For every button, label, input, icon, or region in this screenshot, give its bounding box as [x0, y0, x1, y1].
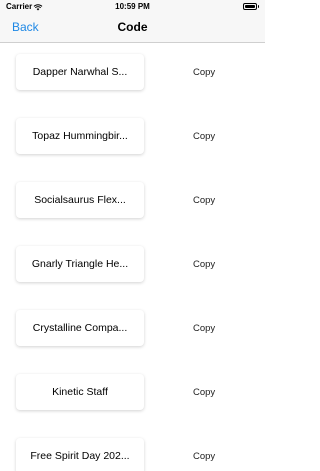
- copy-button[interactable]: Copy: [193, 67, 215, 78]
- code-card[interactable]: Topaz Hummingbir...: [16, 118, 144, 154]
- battery-cap: [257, 5, 259, 8]
- status-bar: Carrier 10:59 PM: [0, 0, 265, 14]
- list-item: Free Spirit Day 202... Copy: [0, 427, 265, 471]
- code-card[interactable]: Dapper Narwhal S...: [16, 54, 144, 90]
- battery-icon: [243, 3, 257, 10]
- code-card[interactable]: Kinetic Staff: [16, 374, 144, 410]
- list-item: Socialsaurus Flex... Copy: [0, 171, 265, 235]
- clock: 10:59 PM: [115, 2, 150, 11]
- code-card[interactable]: Crystalline Compa...: [16, 310, 144, 346]
- screen: Carrier 10:59 PM Back Code Dapper Narwha…: [0, 0, 265, 471]
- list-item: Crystalline Compa... Copy: [0, 299, 265, 363]
- code-card[interactable]: Socialsaurus Flex...: [16, 182, 144, 218]
- code-card[interactable]: Gnarly Triangle He...: [16, 246, 144, 282]
- list-item: Gnarly Triangle He... Copy: [0, 235, 265, 299]
- navigation-bar: Back Code: [0, 14, 265, 43]
- list-item: Topaz Hummingbir... Copy: [0, 107, 265, 171]
- copy-button[interactable]: Copy: [193, 323, 215, 334]
- list-item: Kinetic Staff Copy: [0, 363, 265, 427]
- page-title: Code: [117, 20, 148, 34]
- copy-button[interactable]: Copy: [193, 387, 215, 398]
- list-item: Dapper Narwhal S... Copy: [0, 43, 265, 107]
- copy-button[interactable]: Copy: [193, 259, 215, 270]
- copy-button[interactable]: Copy: [193, 451, 215, 462]
- copy-button[interactable]: Copy: [193, 195, 215, 206]
- code-list: Dapper Narwhal S... Copy Topaz Hummingbi…: [0, 43, 265, 471]
- copy-button[interactable]: Copy: [193, 131, 215, 142]
- code-card[interactable]: Free Spirit Day 202...: [16, 438, 144, 471]
